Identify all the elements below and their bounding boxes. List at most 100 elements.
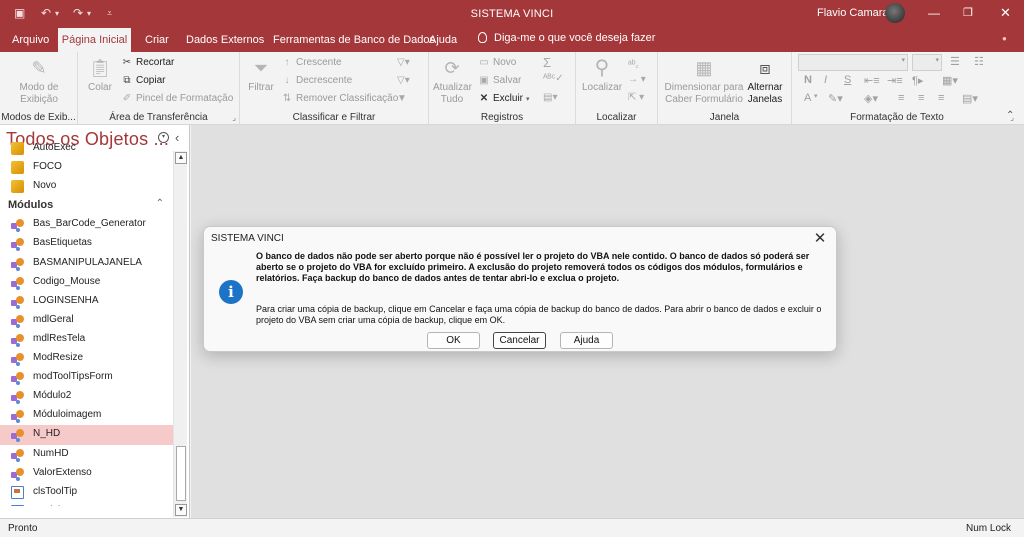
nav-item-m-dulo2[interactable]: Módulo2 xyxy=(0,387,173,406)
colar-button[interactable]: 📋︎ Colar xyxy=(85,56,115,94)
dialog-close-icon[interactable]: ✕ xyxy=(810,229,830,247)
nav-item-basetiquetas[interactable]: BasEtiquetas xyxy=(0,234,173,253)
dialog-launcher-icon[interactable]: ⌟ xyxy=(232,113,236,122)
crescente-button[interactable]: ↑ Crescente xyxy=(280,55,342,71)
modo-exibicao-button[interactable]: ✎ Modo de Exibição xyxy=(14,56,64,106)
fill-color-icon[interactable]: ◈▾ xyxy=(864,92,878,105)
spelling-icon[interactable]: ᴬᴮᶜ✓ xyxy=(543,73,564,84)
class-module-icon xyxy=(11,485,24,499)
excluir-button[interactable]: ✕ Excluir ▾ xyxy=(477,91,530,107)
decrescente-button[interactable]: ↓ Decrescente xyxy=(280,73,353,89)
nav-item-modresize[interactable]: ModResize xyxy=(0,349,173,368)
recortar-button[interactable]: ✂ Recortar xyxy=(120,55,175,71)
dropdown-icon[interactable]: ▾ xyxy=(814,92,818,100)
collapse-ribbon-icon[interactable]: ⌃ xyxy=(1006,110,1014,121)
tab-dados-externos[interactable]: Dados Externos xyxy=(186,34,264,46)
nav-item-n-hd[interactable]: N_HD xyxy=(0,425,173,445)
nav-item-mdlgeral[interactable]: mdlGeral xyxy=(0,311,173,330)
toggle-filter-icon[interactable]: ▼ xyxy=(397,93,407,104)
atualizar-tudo-button[interactable]: ⟳ Atualizar Tudo xyxy=(433,56,472,106)
decrease-indent-icon[interactable]: ⇤≡ xyxy=(864,74,880,87)
goto-icon[interactable]: → ▾ xyxy=(628,74,646,85)
copy-icon: ⧉ xyxy=(123,75,131,86)
selection-filter-icon[interactable]: ▽▾ xyxy=(397,57,410,68)
collapse-pane-icon[interactable]: ‹ xyxy=(175,130,179,145)
replace-icon[interactable]: ᵃᵇ꜀ xyxy=(628,56,639,70)
salvar-button[interactable]: ▣ Salvar xyxy=(477,73,521,89)
tab-ajuda[interactable]: Ajuda xyxy=(429,34,457,46)
ok-button[interactable]: OK xyxy=(427,332,480,349)
clear-sort-icon: ⇅ xyxy=(282,93,292,104)
alt-row-color-icon[interactable]: ▤▾ xyxy=(962,92,978,105)
font-size-combo[interactable]: ▾ xyxy=(912,54,942,71)
restore-icon[interactable]: ❐ xyxy=(963,6,973,19)
increase-indent-icon[interactable]: ⇥≡ xyxy=(887,74,903,87)
font-color-button[interactable]: A xyxy=(804,92,811,104)
module-icon xyxy=(11,333,24,346)
nav-item-modulo-extenso[interactable]: modulo_extenso xyxy=(0,502,173,506)
align-center-icon[interactable]: ≡ xyxy=(918,92,924,104)
nav-item-basmanipulajanela[interactable]: BASMANIPULAJANELA xyxy=(0,254,173,273)
italic-button[interactable]: I xyxy=(824,74,827,86)
avatar[interactable] xyxy=(885,3,905,23)
remover-classificacao-button[interactable]: ⇅ Remover Classificação xyxy=(280,91,398,107)
highlight-icon[interactable]: ✎▾ xyxy=(828,92,843,105)
tab-pagina-inicial[interactable]: Página Inicial xyxy=(58,28,131,52)
module-icon xyxy=(11,448,24,461)
nav-item-bas-barcode-generator[interactable]: Bas_BarCode_Generator xyxy=(0,215,173,234)
nav-item-numhd[interactable]: NumHD xyxy=(0,445,173,464)
nav-item-codigo-mouse[interactable]: Codigo_Mouse xyxy=(0,273,173,292)
nav-object-list: AutoExec FOCO Novo Módulos ⌃ Bas_BarCode_Gene… xyxy=(0,139,173,506)
advanced-filter-icon[interactable]: ▽▾ xyxy=(397,75,410,86)
ribbon-tabs: Arquivo Página Inicial Criar Dados Exter… xyxy=(0,28,1024,52)
scroll-down-icon[interactable]: ▼ xyxy=(175,504,187,516)
tab-ferramentas[interactable]: Ferramentas de Banco de Dados xyxy=(273,34,435,46)
nav-item-autoexec[interactable]: AutoExec xyxy=(0,139,173,158)
select-icon[interactable]: ⇱ ▾ xyxy=(628,92,644,103)
bold-button[interactable]: N xyxy=(804,74,812,86)
paragraph-ltr-icon[interactable]: ¶▸ xyxy=(912,74,923,87)
nav-item-m-duloimagem[interactable]: Móduloimagem xyxy=(0,406,173,425)
more-records-icon[interactable]: ▤▾ xyxy=(543,92,557,103)
totals-icon[interactable]: Σ xyxy=(543,55,551,70)
alternar-janelas-button[interactable]: ⧈ Alternar Janelas xyxy=(744,56,786,106)
nav-item-loginsenha[interactable]: LOGINSENHA xyxy=(0,292,173,311)
scroll-up-icon[interactable]: ▲ xyxy=(175,152,187,164)
nav-item-label: BASMANIPULAJANELA xyxy=(33,256,142,268)
nav-item-clstooltip[interactable]: clsToolTip xyxy=(0,483,173,502)
nav-scrollbar[interactable]: ▲ ▼ xyxy=(173,151,187,517)
nav-item-modtooltipsform[interactable]: modToolTipsForm xyxy=(0,368,173,387)
scroll-thumb[interactable] xyxy=(176,446,186,501)
copiar-button[interactable]: ⧉ Copiar xyxy=(120,73,165,89)
numbering-icon[interactable]: ☷ xyxy=(974,55,984,68)
align-right-icon[interactable]: ≡ xyxy=(938,92,944,104)
nav-item-mdlrestela[interactable]: mdlResTela xyxy=(0,330,173,349)
nav-item-novo[interactable]: Novo xyxy=(0,177,173,196)
chevron-up-icon[interactable]: ⌃ xyxy=(156,198,164,209)
filtrar-button[interactable]: ⏷ Filtrar xyxy=(246,56,276,94)
underline-button[interactable]: S xyxy=(844,74,851,86)
nav-item-foco[interactable]: FOCO xyxy=(0,158,173,177)
help-button[interactable]: Ajuda xyxy=(560,332,613,349)
pincel-button[interactable]: ✐ Pincel de Formatação xyxy=(120,91,233,107)
font-name-combo[interactable]: ▾ xyxy=(798,54,908,71)
dimensionar-button[interactable]: ▦ Dimensionar para Caber Formulário xyxy=(664,56,744,106)
view-mode-icon: ✎ xyxy=(31,58,47,78)
nav-group-header-modulos[interactable]: Módulos ⌃ xyxy=(0,196,173,215)
localizar-button[interactable]: ⚲ Localizar xyxy=(582,56,622,94)
tell-me-search[interactable]: Diga-me o que você deseja fazer xyxy=(478,32,655,44)
cancel-button[interactable]: Cancelar xyxy=(493,332,546,349)
gridlines-icon[interactable]: ▦▾ xyxy=(942,74,958,87)
status-text: Pronto xyxy=(8,523,38,534)
nav-item-label: mdlResTela xyxy=(33,332,86,344)
nav-item-label: NumHD xyxy=(33,447,69,459)
bullets-icon[interactable]: ☰ xyxy=(950,55,960,68)
tab-arquivo[interactable]: Arquivo xyxy=(12,34,49,46)
close-icon[interactable]: ✕ xyxy=(1000,5,1011,21)
novo-button[interactable]: ▭ Novo xyxy=(477,55,516,71)
nav-item-valorextenso[interactable]: ValorExtenso xyxy=(0,464,173,483)
align-left-icon[interactable]: ≡ xyxy=(898,92,904,104)
minimize-icon[interactable]: — xyxy=(928,6,940,20)
tab-criar[interactable]: Criar xyxy=(145,34,169,46)
user-name[interactable]: Flavio Camara xyxy=(817,7,889,19)
